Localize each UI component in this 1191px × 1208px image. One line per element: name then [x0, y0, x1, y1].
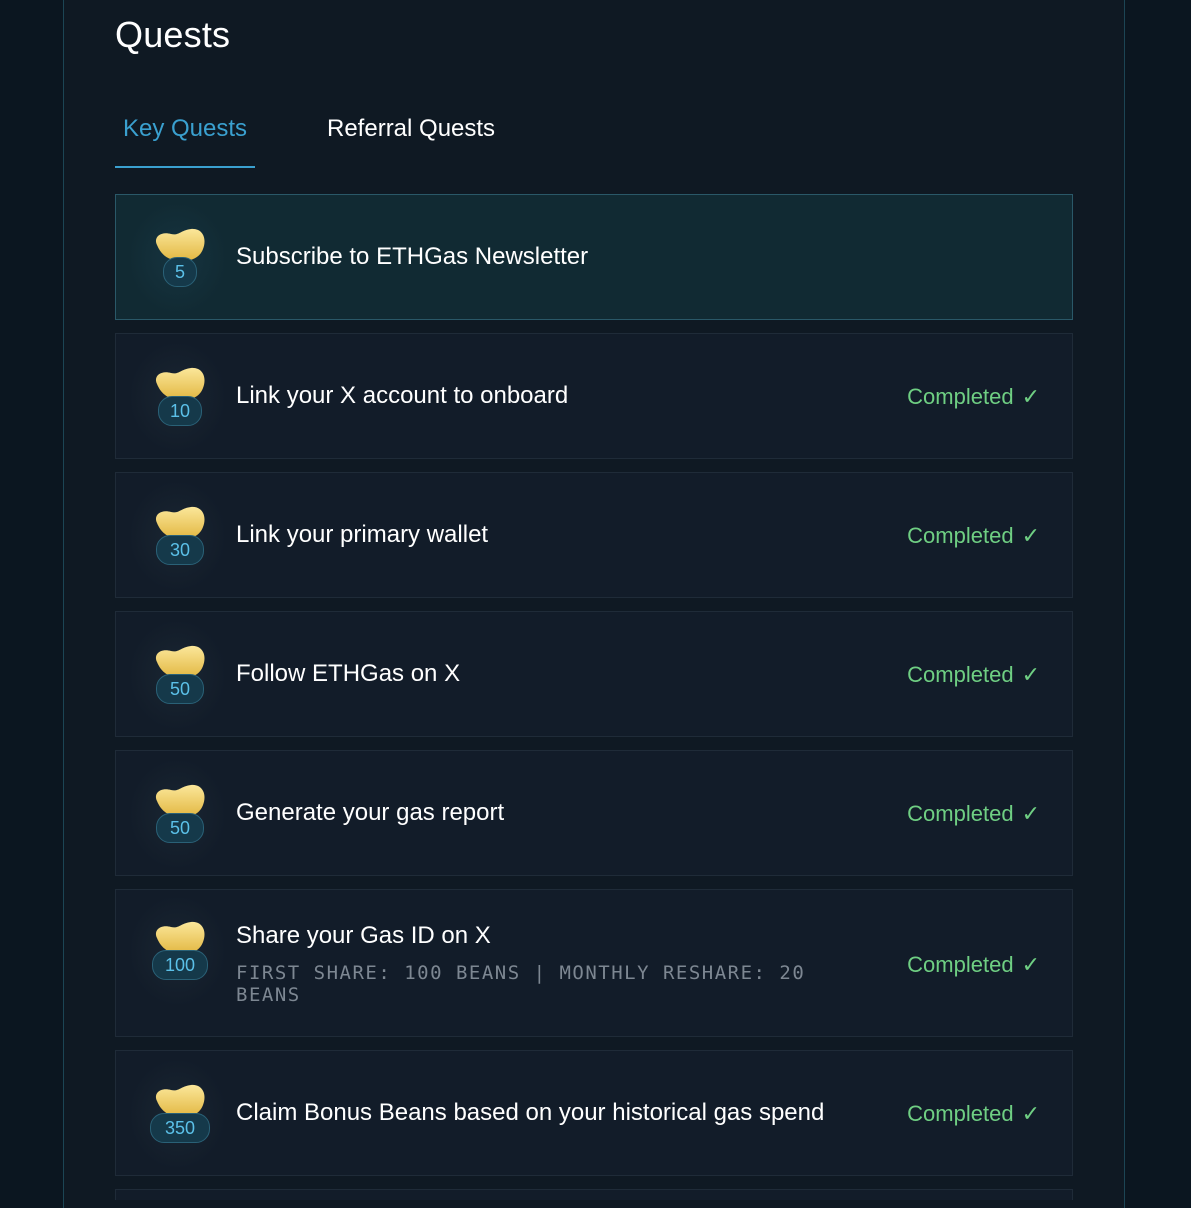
checkmark-icon: ✓: [1021, 384, 1040, 409]
status-label: Completed: [907, 384, 1014, 409]
status-label: Completed: [907, 662, 1014, 687]
page-title: Quests: [115, 14, 231, 55]
status-label: Completed: [907, 801, 1014, 826]
points-badge: 50: [156, 674, 204, 704]
checkmark-icon: ✓: [1021, 523, 1040, 548]
quest-card-partial[interactable]: [115, 1189, 1073, 1200]
bean-reward: 10: [131, 344, 224, 450]
status-label: Completed: [907, 1101, 1014, 1126]
quest-card[interactable]: 30 Link your primary wallet Completed ✓: [115, 472, 1073, 598]
status-label: Completed: [907, 523, 1014, 548]
checkmark-icon: ✓: [1021, 952, 1040, 977]
quest-subtitle: FIRST SHARE: 100 BEANS | MONTHLY RESHARE…: [236, 962, 806, 1006]
quest-card[interactable]: 50 Follow ETHGas on X Completed ✓: [115, 611, 1073, 737]
status-label: Completed: [907, 952, 1014, 977]
quest-title: Subscribe to ETHGas Newsletter: [236, 243, 589, 270]
completed-status: Completed ✓: [907, 523, 1040, 549]
bean-reward: 350: [131, 1061, 224, 1167]
quest-title: Share your Gas ID on X: [236, 922, 491, 949]
completed-status: Completed ✓: [907, 952, 1040, 978]
quest-card[interactable]: 350 Claim Bonus Beans based on your hist…: [115, 1050, 1073, 1176]
bean-reward: 5: [131, 205, 224, 311]
points-badge: 350: [150, 1113, 210, 1143]
bean-reward: 50: [131, 761, 224, 867]
bean-reward: 50: [131, 622, 224, 728]
bean-reward: 100: [131, 898, 224, 1004]
completed-status: Completed ✓: [907, 1101, 1040, 1127]
quest-card[interactable]: 50 Generate your gas report Completed ✓: [115, 750, 1073, 876]
quest-card[interactable]: 10 Link your X account to onboard Comple…: [115, 333, 1073, 459]
points-badge: 100: [152, 950, 208, 980]
bean-reward: 30: [131, 483, 224, 589]
quest-title: Link your X account to onboard: [236, 382, 569, 409]
checkmark-icon: ✓: [1021, 662, 1040, 687]
points-badge: 10: [158, 396, 202, 426]
tab-referral-quests[interactable]: Referral Quests: [327, 96, 495, 166]
quest-title: Generate your gas report: [236, 799, 505, 826]
points-badge: 5: [163, 257, 197, 287]
quest-card[interactable]: 5 Subscribe to ETHGas Newsletter: [115, 194, 1073, 320]
quest-tabs: Key Quests Referral Quests: [115, 96, 615, 168]
points-badge: 50: [156, 813, 204, 843]
tab-key-quests[interactable]: Key Quests: [115, 96, 255, 168]
points-badge: 30: [156, 535, 204, 565]
checkmark-icon: ✓: [1021, 801, 1040, 826]
completed-status: Completed ✓: [907, 384, 1040, 410]
checkmark-icon: ✓: [1021, 1101, 1040, 1126]
quest-title: Follow ETHGas on X: [236, 660, 461, 687]
quest-title: Claim Bonus Beans based on your historic…: [236, 1099, 825, 1126]
completed-status: Completed ✓: [907, 662, 1040, 688]
quest-title: Link your primary wallet: [236, 521, 489, 548]
quest-card[interactable]: 100 Share your Gas ID on X FIRST SHARE: …: [115, 889, 1073, 1037]
completed-status: Completed ✓: [907, 801, 1040, 827]
